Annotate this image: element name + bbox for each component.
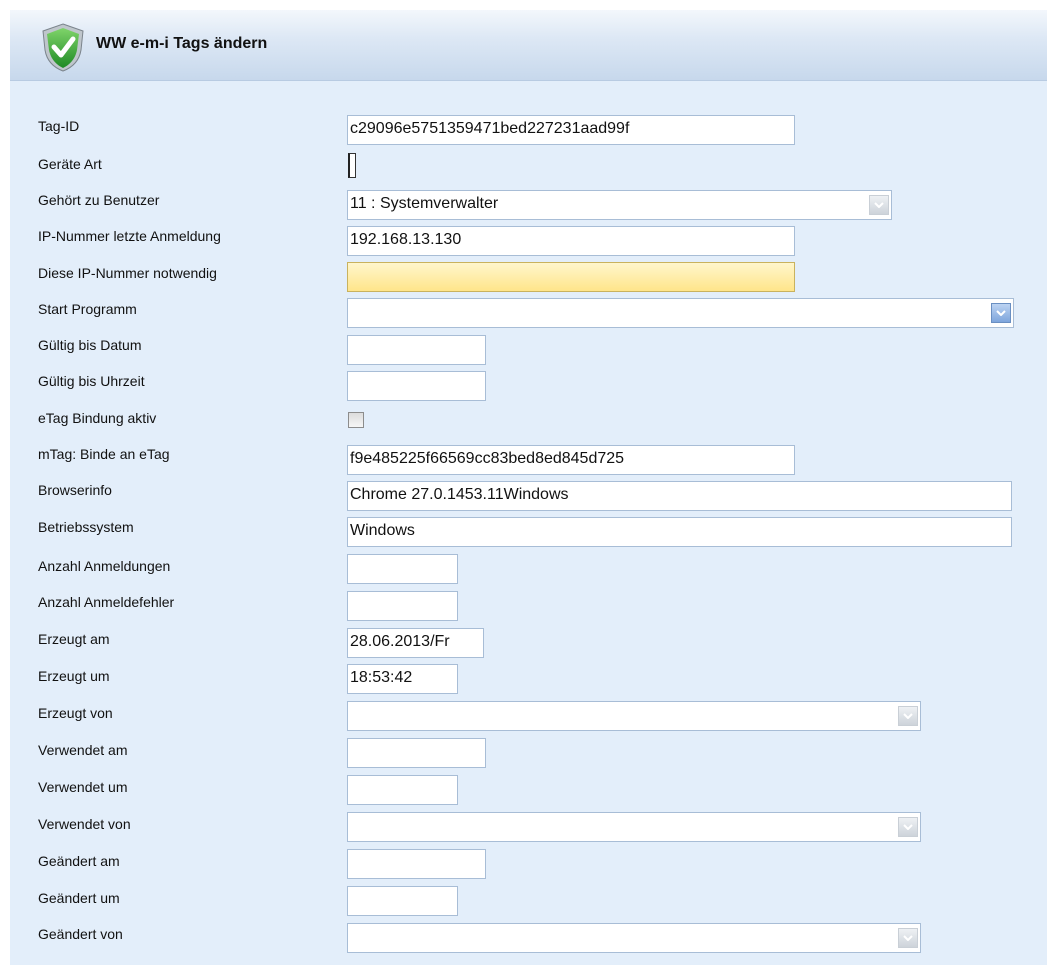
etag-bindung-checkbox[interactable] [348,412,364,428]
label-start-programm: Start Programm [38,301,137,317]
geaendert-um-input[interactable] [347,886,458,916]
verwendet-von-select[interactable] [347,812,921,842]
edit-panel: WW e-m-i Tags ändern Tag-ID c29096e57513… [10,10,1047,965]
benutzer-select-value: 11 : Systemverwalter [350,195,499,212]
label-ip-letzte: IP-Nummer letzte Anmeldung [38,228,221,244]
label-mtag-binde: mTag: Binde an eTag [38,446,170,462]
start-programm-select[interactable] [347,298,1014,328]
chevron-down-icon[interactable] [898,817,918,837]
label-tag-id: Tag-ID [38,118,80,134]
label-geaendert-um: Geändert um [38,890,120,906]
label-geaendert-von: Geändert von [38,926,123,942]
ip-letzte-input[interactable]: 192.168.13.130 [347,226,795,256]
gueltig-uhrzeit-input[interactable] [347,371,486,401]
erzeugt-um-input[interactable]: 18:53:42 [347,664,458,694]
browserinfo-input[interactable]: Chrome 27.0.1453.11Windows [347,481,1012,511]
benutzer-select[interactable]: 11 : Systemverwalter [347,190,892,220]
ip-notwendig-input[interactable] [347,262,795,292]
label-gueltig-uhrzeit: Gültig bis Uhrzeit [38,373,145,389]
chevron-down-icon[interactable] [898,928,918,948]
label-betriebssystem: Betriebssystem [38,519,134,535]
label-geaendert-am: Geändert am [38,853,120,869]
label-browserinfo: Browserinfo [38,482,112,498]
tag-id-input[interactable]: c29096e5751359471bed227231aad99f [347,115,795,145]
erzeugt-am-input[interactable]: 28.06.2013/Fr [347,628,484,658]
label-geraete-art: Geräte Art [38,156,102,172]
erzeugt-von-select[interactable] [347,701,921,731]
label-gueltig-datum: Gültig bis Datum [38,337,142,353]
chevron-down-icon[interactable] [898,706,918,726]
label-anzahl-anmeldefehler: Anzahl Anmeldefehler [38,594,175,610]
label-etag-bindung: eTag Bindung aktiv [38,410,157,426]
verwendet-um-input[interactable] [347,775,458,805]
betriebssystem-input[interactable]: Windows [347,517,1012,547]
geaendert-von-select[interactable] [347,923,921,953]
chevron-down-icon[interactable] [991,303,1011,323]
label-erzeugt-von: Erzeugt von [38,705,113,721]
label-erzeugt-um: Erzeugt um [38,668,110,684]
chevron-down-icon[interactable] [869,195,889,215]
geaendert-am-input[interactable] [347,849,486,879]
page-title: WW e-m-i Tags ändern [96,35,268,52]
geraete-art-input[interactable] [348,153,356,178]
verwendet-am-input[interactable] [347,738,486,768]
anzahl-anmeldungen-input[interactable] [347,554,458,584]
gueltig-datum-input[interactable] [347,335,486,365]
label-verwendet-um: Verwendet um [38,779,128,795]
anzahl-anmeldefehler-input[interactable] [347,591,458,621]
label-benutzer: Gehört zu Benutzer [38,192,160,208]
label-ip-notwendig: Diese IP-Nummer notwendig [38,265,217,281]
label-verwendet-am: Verwendet am [38,742,128,758]
panel-header: WW e-m-i Tags ändern [10,10,1047,81]
label-erzeugt-am: Erzeugt am [38,631,110,647]
label-verwendet-von: Verwendet von [38,816,131,832]
shield-check-icon [42,23,84,72]
label-anzahl-anmeldungen: Anzahl Anmeldungen [38,558,171,574]
mtag-binde-input[interactable]: f9e485225f66569cc83bed8ed845d725 [347,445,795,475]
